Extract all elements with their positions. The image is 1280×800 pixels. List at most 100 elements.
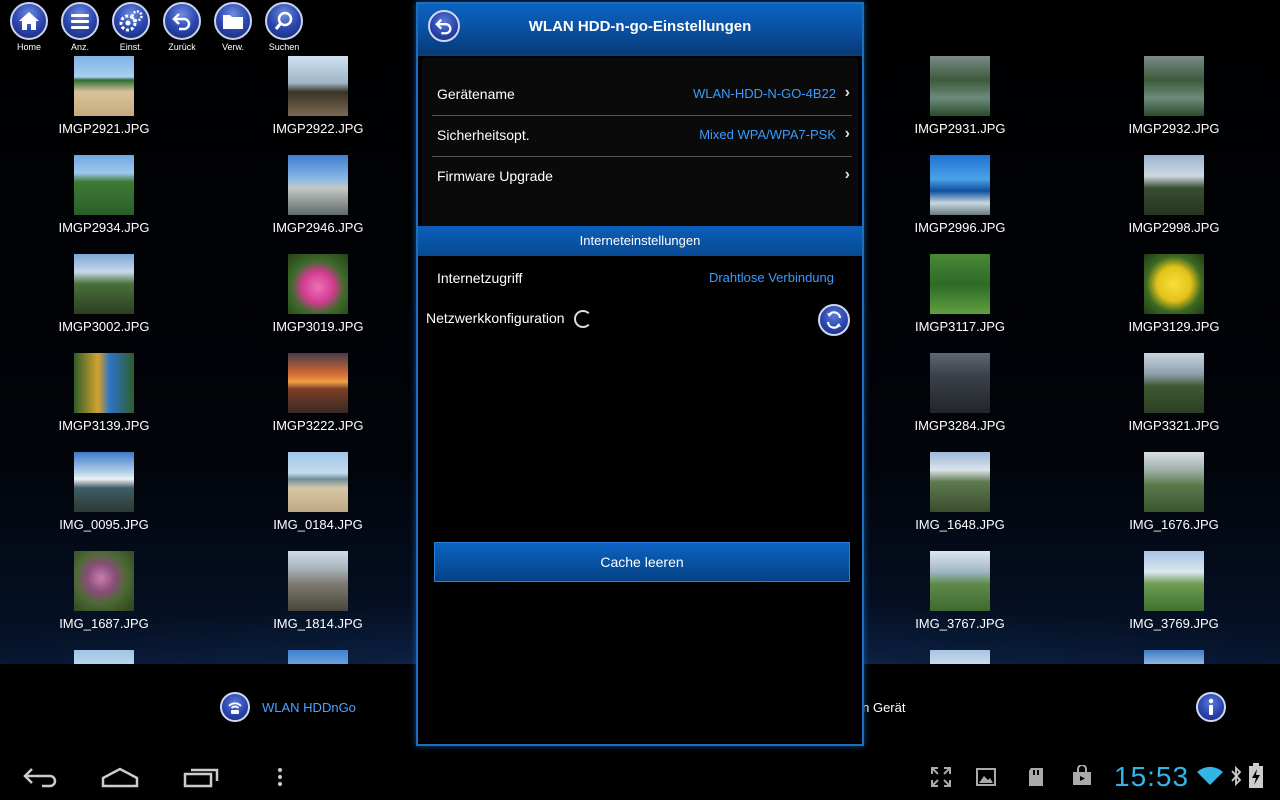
thumbnail-item[interactable]: IMG_1676.JPG — [1104, 452, 1244, 532]
thumbnail-image — [74, 353, 134, 413]
thumbnail-filename: IMGP3139.JPG — [58, 418, 150, 433]
search-button[interactable]: Suchen — [263, 2, 305, 52]
wlan-device-label[interactable]: WLAN HDDnGo — [262, 700, 356, 715]
thumbnail-image — [288, 551, 348, 611]
thumbnail-item[interactable]: IMG_0184.JPG — [248, 452, 388, 532]
thumbnail-image — [288, 254, 348, 314]
thumbnail-item[interactable]: IMGP3321.JPG — [1104, 353, 1244, 433]
nav-back-icon[interactable] — [22, 766, 58, 788]
thumbnail-filename: IMG_1814.JPG — [273, 616, 363, 631]
thumbnail-image — [74, 254, 134, 314]
thumbnail-item[interactable]: IMGP3129.JPG — [1104, 254, 1244, 334]
thumbnail-item[interactable]: IMG_1814.JPG — [248, 551, 388, 631]
loading-spinner-icon — [574, 310, 592, 328]
thumbnail-image — [1144, 452, 1204, 512]
thumbnail-filename: IMGP2996.JPG — [914, 220, 1006, 235]
device-name-row[interactable]: Gerätename WLAN-HDD-N-GO-4B22 › — [432, 74, 852, 114]
settings-label: Einst. — [119, 42, 143, 52]
thumbnail-image — [288, 452, 348, 512]
sd-card-icon[interactable] — [1027, 766, 1045, 788]
thumbnail-image — [74, 56, 134, 116]
back-button[interactable]: Zurück — [161, 2, 203, 52]
nav-recent-apps-icon[interactable] — [182, 766, 220, 788]
internet-settings-header: Interneteinstellungen — [418, 226, 862, 256]
thumbnail-item[interactable]: IMGP3117.JPG — [890, 254, 1030, 334]
thumbnail-filename: IMG_3767.JPG — [915, 616, 1005, 631]
back-arrow-icon — [163, 2, 201, 40]
battery-charging-icon — [1249, 763, 1263, 788]
thumbnail-item[interactable] — [34, 650, 174, 664]
firmware-upgrade-row[interactable]: Firmware Upgrade › — [432, 156, 852, 196]
thumbnail-filename: IMGP3222.JPG — [272, 418, 364, 433]
thumbnail-item[interactable] — [890, 650, 1030, 664]
security-option-row[interactable]: Sicherheitsopt. Mixed WPA/WPA7-PSK › — [432, 115, 852, 155]
security-option-label: Sicherheitsopt. — [437, 127, 530, 143]
thumbnail-filename: IMG_1648.JPG — [915, 517, 1005, 532]
home-label: Home — [16, 42, 41, 52]
thumbnail-item[interactable]: IMGP2932.JPG — [1104, 56, 1244, 136]
device-settings-list: Gerätename WLAN-HDD-N-GO-4B22 › Sicherhe… — [422, 58, 858, 226]
top-toolbar: Home Anz. Einst. Zurück Verw. Suchen — [8, 2, 305, 52]
thumbnail-item[interactable]: IMG_3767.JPG — [890, 551, 1030, 631]
thumbnail-filename: IMGP2921.JPG — [58, 121, 150, 136]
thumbnail-image — [288, 155, 348, 215]
thumbnail-item[interactable]: IMGP3139.JPG — [34, 353, 174, 433]
thumbnail-image — [74, 452, 134, 512]
network-configuration-label: Netzwerkkonfiguration — [426, 310, 565, 326]
chevron-right-icon: › — [844, 125, 850, 142]
thumbnail-image — [930, 56, 990, 116]
thumbnail-item[interactable]: IMG_1687.JPG — [34, 551, 174, 631]
status-clock: 15:53 — [1114, 761, 1190, 792]
thumbnail-filename: IMGP2932.JPG — [1128, 121, 1220, 136]
refresh-button[interactable] — [818, 304, 850, 336]
thumbnail-image — [930, 650, 990, 664]
thumbnail-item[interactable]: IMGP2921.JPG — [34, 56, 174, 136]
settings-button[interactable]: Einst. — [110, 2, 152, 52]
thumbnail-item[interactable]: IMGP2996.JPG — [890, 155, 1030, 235]
thumbnail-image — [1144, 155, 1204, 215]
thumbnail-image — [74, 650, 134, 664]
thumbnail-filename: IMGP3284.JPG — [914, 418, 1006, 433]
thumbnail-item[interactable]: IMGP2946.JPG — [248, 155, 388, 235]
thumbnail-item[interactable] — [1104, 650, 1244, 664]
manage-label: Verw. — [221, 42, 244, 52]
view-button[interactable]: Anz. — [59, 2, 101, 52]
gallery-notification-icon[interactable] — [975, 766, 997, 788]
bluetooth-icon — [1231, 765, 1242, 787]
nav-home-icon[interactable] — [100, 766, 140, 788]
thumbnail-filename: IMGP3129.JPG — [1128, 319, 1220, 334]
fullscreen-icon[interactable] — [930, 766, 952, 788]
thumbnail-item[interactable]: IMGP2998.JPG — [1104, 155, 1244, 235]
internet-access-value: Drahtlose Verbindung — [708, 270, 834, 285]
thumbnail-item[interactable]: IMGP2931.JPG — [890, 56, 1030, 136]
dialog-header: WLAN HDD-n-go-Einstellungen — [418, 4, 862, 56]
info-button[interactable] — [1196, 692, 1226, 722]
view-label: Anz. — [70, 42, 89, 52]
thumbnail-image — [930, 452, 990, 512]
thumbnail-image — [1144, 56, 1204, 116]
thumbnail-image — [288, 650, 348, 664]
wlan-device-button[interactable] — [220, 692, 250, 722]
thumbnail-filename: IMG_3769.JPG — [1129, 616, 1219, 631]
thumbnail-item[interactable]: IMGP2922.JPG — [248, 56, 388, 136]
thumbnail-item[interactable]: IMGP3019.JPG — [248, 254, 388, 334]
internet-access-row[interactable]: Internetzugriff Drahtlose Verbindung — [432, 266, 852, 296]
home-button[interactable]: Home — [8, 2, 50, 52]
chevron-right-icon: › — [844, 166, 850, 183]
thumbnail-item[interactable]: IMGP2934.JPG — [34, 155, 174, 235]
manage-button[interactable]: Verw. — [212, 2, 254, 52]
thumbnail-item[interactable]: IMG_3769.JPG — [1104, 551, 1244, 631]
thumbnail-item[interactable]: IMGP3002.JPG — [34, 254, 174, 334]
nav-menu-icon[interactable] — [276, 766, 284, 788]
thumbnail-filename: IMG_1676.JPG — [1129, 517, 1219, 532]
thumbnail-item[interactable]: IMGP3222.JPG — [248, 353, 388, 433]
thumbnail-item[interactable]: IMGP3284.JPG — [890, 353, 1030, 433]
dialog-title: WLAN HDD-n-go-Einstellungen — [528, 18, 752, 35]
thumbnail-item[interactable] — [248, 650, 388, 664]
thumbnail-item[interactable]: IMG_0095.JPG — [34, 452, 174, 532]
thumbnail-item[interactable]: IMG_1648.JPG — [890, 452, 1030, 532]
thumbnail-filename: IMGP2946.JPG — [272, 220, 364, 235]
store-icon[interactable] — [1071, 765, 1093, 787]
thumbnail-image — [288, 353, 348, 413]
clear-cache-button[interactable]: Cache leeren — [434, 542, 850, 582]
